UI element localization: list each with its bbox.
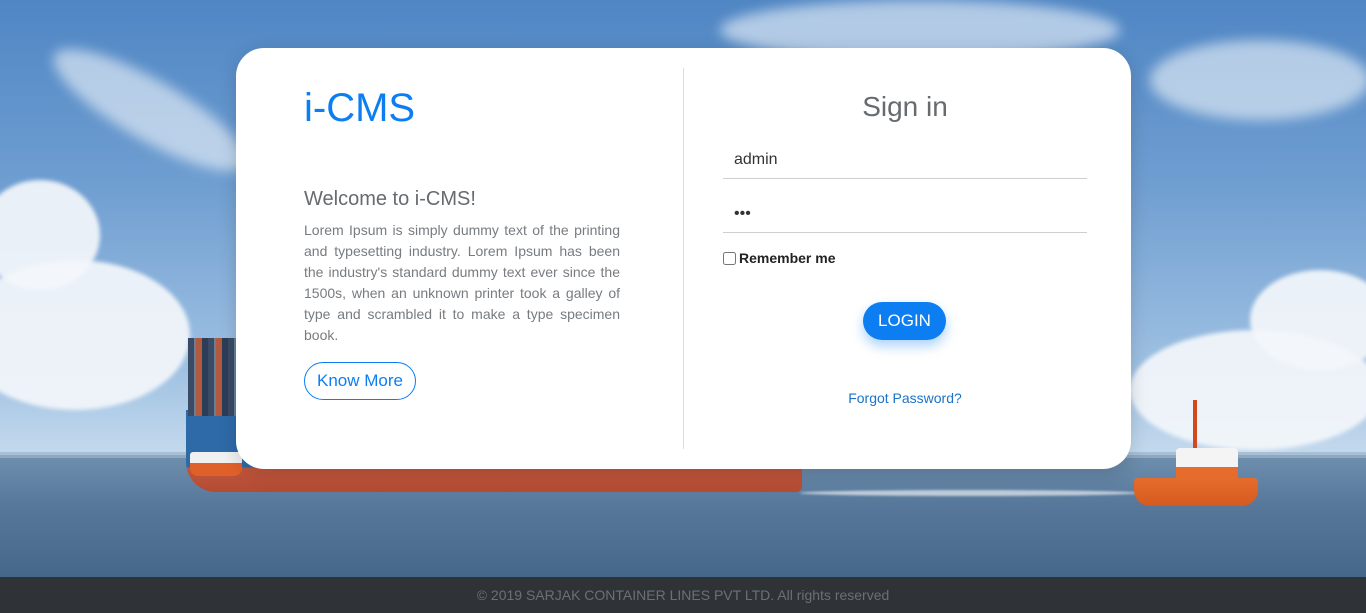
tugboat-mast	[1193, 400, 1197, 450]
signin-title: Sign in	[862, 91, 948, 122]
know-more-button[interactable]: Know More	[304, 362, 416, 400]
forgot-password-link[interactable]: Forgot Password?	[723, 390, 1087, 406]
small-boat	[190, 452, 242, 476]
login-card: i-CMS Welcome to i-CMS! Lorem Ipsum is s…	[236, 48, 1131, 469]
login-button[interactable]: LOGIN	[863, 302, 946, 340]
cloud	[1150, 40, 1366, 120]
remember-me[interactable]: Remember me	[723, 250, 836, 266]
password-field[interactable]	[723, 195, 1087, 233]
footer: © 2019 SARJAK CONTAINER LINES PVT LTD. A…	[0, 577, 1366, 613]
brand-title: i-CMS	[304, 86, 416, 130]
tugboat	[1134, 478, 1258, 506]
tugboat-cabin	[1176, 448, 1238, 480]
intro-text: Lorem Ipsum is simply dummy text of the …	[304, 222, 620, 343]
page-background: i-CMS Welcome to i-CMS! Lorem Ipsum is s…	[0, 0, 1366, 613]
username-field[interactable]	[723, 141, 1087, 179]
welcome-heading: Welcome to i-CMS!	[304, 188, 476, 210]
remember-me-label: Remember me	[739, 250, 836, 266]
boat-wake	[800, 490, 1140, 496]
remember-me-checkbox[interactable]	[723, 251, 736, 265]
footer-copyright: © 2019 SARJAK CONTAINER LINES PVT LTD. A…	[476, 587, 890, 603]
card-divider	[683, 68, 684, 449]
